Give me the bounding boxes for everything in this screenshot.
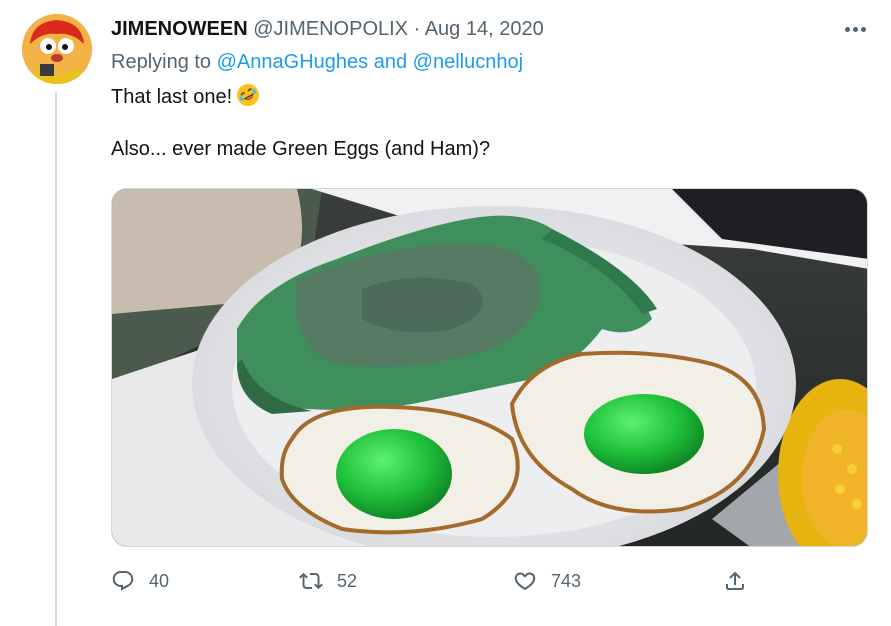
retweet-count: 52 (337, 570, 358, 591)
retweet-button[interactable]: 52 (299, 564, 357, 598)
tweet-photo[interactable] (111, 188, 868, 547)
reply-mention-2[interactable]: @nellucnhoj (413, 51, 523, 73)
like-count: 743 (551, 570, 582, 591)
user-handle[interactable]: @JIMENOPOLIX (253, 18, 408, 40)
tweet-date[interactable]: Aug 14, 2020 (425, 18, 544, 40)
green-eggs-and-ham-image (112, 189, 867, 546)
display-name[interactable]: JIMENOWEEN (111, 18, 248, 40)
tweet-header: JIMENOWEEN @JIMENOPOLIX · Aug 14, 2020 (111, 16, 831, 42)
avatar-image (22, 14, 92, 84)
more-options-button[interactable] (838, 16, 872, 42)
more-dot-icon (860, 26, 866, 32)
tweet-line-1: That last one! (111, 83, 851, 110)
retweet-icon (299, 572, 323, 590)
share-button[interactable] (723, 564, 747, 598)
tweet-blank-line (111, 110, 851, 136)
reply-button[interactable]: 40 (111, 564, 169, 598)
tweet-text: That last one! Also... ever made Green E… (111, 83, 851, 162)
like-button[interactable]: 743 (513, 564, 581, 598)
reply-and[interactable]: and (374, 51, 407, 73)
replying-to-line: Replying to @AnnaGHughes and @nellucnhoj (111, 48, 523, 76)
tweet-line-2: Also... ever made Green Eggs (and Ham)? (111, 138, 491, 160)
tweet-line-1-text: That last one! (111, 86, 233, 108)
avatar[interactable] (22, 14, 92, 84)
reply-mention-1[interactable]: @AnnaGHughes (217, 51, 369, 73)
reply-icon (112, 571, 134, 591)
header-separator: · (413, 18, 421, 40)
tweet-actions: 40 52 743 (111, 564, 771, 598)
more-dot-icon (852, 26, 858, 32)
replying-prefix: Replying to (111, 51, 212, 73)
heart-icon (514, 572, 536, 590)
thread-line (55, 92, 57, 626)
more-dot-icon (844, 26, 850, 32)
reply-count: 40 (149, 570, 170, 591)
rolling-laughing-emoji-icon (236, 83, 260, 107)
share-icon (726, 571, 744, 590)
